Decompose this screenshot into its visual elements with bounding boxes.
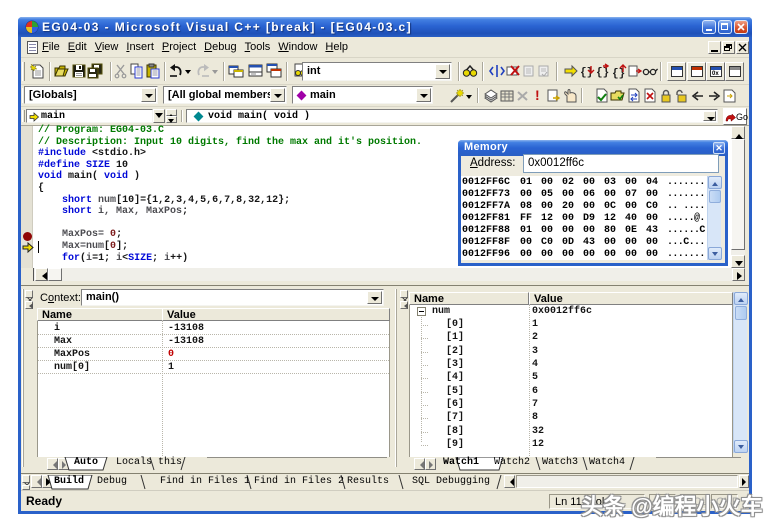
svg-text:{}: {}: [596, 67, 609, 79]
